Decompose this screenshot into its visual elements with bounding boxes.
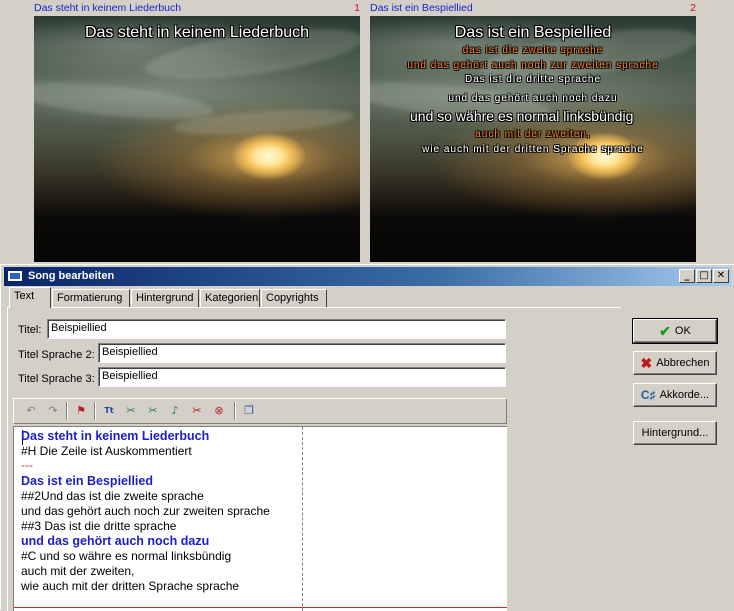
editor-line: ##3 Das ist die dritte sprache [21,519,177,533]
editor-line: --- [21,458,33,472]
preview-slide-title: Das ist ein Bespiellied [370,2,473,14]
editor-line: #C und so währe es normal linksbündig [21,549,232,563]
dialog-title: Song bearbeiten [28,270,115,282]
tab-kategorien[interactable]: Kategorien [200,289,260,307]
checkmark-icon: ✔ [659,322,671,339]
editor-line: und das gehört auch noch dazu [21,534,210,548]
cut-note-icon[interactable]: ✂ [144,402,162,420]
titel-sprache-2-label: Titel Sprache 2: [18,349,95,361]
titel-input[interactable]: Beispiellied [47,319,506,339]
undo-icon[interactable]: ↶ [22,402,40,420]
titel-sprache-3-label: Titel Sprache 3: [18,373,95,385]
tab-text[interactable]: Text [9,287,51,308]
preview-slide-number: 2 [690,2,696,14]
editor-toolbar: ↶ ↷ ⚑ Tt ✂ ✂ ♪ ✂ ⊗ ❐ [13,398,507,424]
insert-title-icon[interactable]: Tt [100,402,118,420]
preview-line: wie auch mit der dritten Sprache sprache [422,144,644,155]
preview-line: das ist die zweite sprache [462,45,604,56]
preview-line: und das gehört auch noch zur zweiten spr… [407,60,659,71]
preview-slide-header: Das ist ein Bespiellied 2 [370,0,696,16]
redo-icon[interactable]: ↷ [44,402,62,420]
editor-line: ##2Und das ist die zweite sprache [21,489,204,503]
preview-line: auch mit der zweiten, [475,129,591,140]
editor-line: Das steht in keinem Liederbuch [21,429,210,443]
chord-icon: C♯ [640,388,656,402]
preview-slide-title: Das steht in keinem Liederbuch [34,2,182,14]
titel-sprache-2-input[interactable]: Beispiellied [98,343,506,363]
tab-formatierung[interactable]: Formatierung [52,289,130,307]
preview-line: und so währe es normal linksbündig [410,108,634,124]
cancel-button-label: Abbrechen [656,357,710,369]
tab-copyrights[interactable]: Copyrights [261,289,327,307]
dialog-titlebar[interactable]: Song bearbeiten _ □ ✕ [4,267,731,286]
tab-hintergrund[interactable]: Hintergrund [131,289,199,307]
insert-flag-icon[interactable]: ⚑ [72,402,90,420]
editor-line: Das ist ein Bespiellied [21,474,153,488]
editor-line: #H Die Zeile ist Auskommentiert [21,444,192,458]
cut-remove-icon[interactable]: ⊗ [210,402,228,420]
toolbar-separator [94,402,96,420]
editor-line: und das gehört auch noch zur zweiten spr… [21,504,270,518]
ok-button-label: OK [674,325,691,337]
preview-line: Das steht in keinem Liederbuch [84,24,310,41]
minimize-button[interactable]: _ [679,269,695,283]
preview-slide-image: Das ist ein Bespiellied das ist die zwei… [370,16,696,262]
maximize-button[interactable]: □ [696,269,712,283]
editor-line: wie auch mit der dritten Sprache sprache [21,579,240,593]
note-icon[interactable]: ♪ [166,402,184,420]
titel-sprache-3-input[interactable]: Beispiellied [98,367,506,387]
column-guide [302,427,303,611]
ok-button[interactable]: ✔ OK [632,318,718,344]
preview-slide-header: Das steht in keinem Liederbuch 1 [34,0,360,16]
song-edit-dialog: Song bearbeiten _ □ ✕ Text Formatierung … [0,264,734,611]
preview-line: Das ist die dritte sprache [464,74,602,85]
toolbar-separator [234,402,236,420]
app-icon [7,270,23,282]
cancel-button[interactable]: ✖ Abbrechen [633,351,717,375]
cross-icon: ✖ [640,354,653,371]
page-end-marker [14,607,507,608]
chords-button[interactable]: C♯ Akkorde... [633,383,717,407]
preview-slide-image: Das steht in keinem Liederbuch [34,16,360,262]
preview-line: und das gehört auch noch dazu [448,93,618,104]
song-text-editor[interactable]: Das steht in keinem Liederbuch #H Die Ze… [13,426,507,611]
close-button[interactable]: ✕ [713,269,729,283]
transpose-icon[interactable]: ✂ [122,402,140,420]
cut-flag-icon[interactable]: ✂ [188,402,206,420]
toolbar-separator [66,402,68,420]
copy-icon[interactable]: ❐ [240,402,258,420]
chords-button-label: Akkorde... [659,389,710,401]
preview-area: Das steht in keinem Liederbuch 1 Das ste… [0,0,734,262]
preview-slide-1[interactable]: Das steht in keinem Liederbuch 1 Das ste… [34,0,360,262]
titel-label: Titel: [18,324,42,336]
preview-line: Das ist ein Bespiellied [454,24,612,41]
preview-slide-2[interactable]: Das ist ein Bespiellied 2 Das ist ein Be… [370,0,696,262]
preview-slide-number: 1 [354,2,360,14]
background-button[interactable]: Hintergrund... [633,421,717,445]
background-button-label: Hintergrund... [641,427,709,439]
editor-line: auch mit der zweiten, [21,564,135,578]
